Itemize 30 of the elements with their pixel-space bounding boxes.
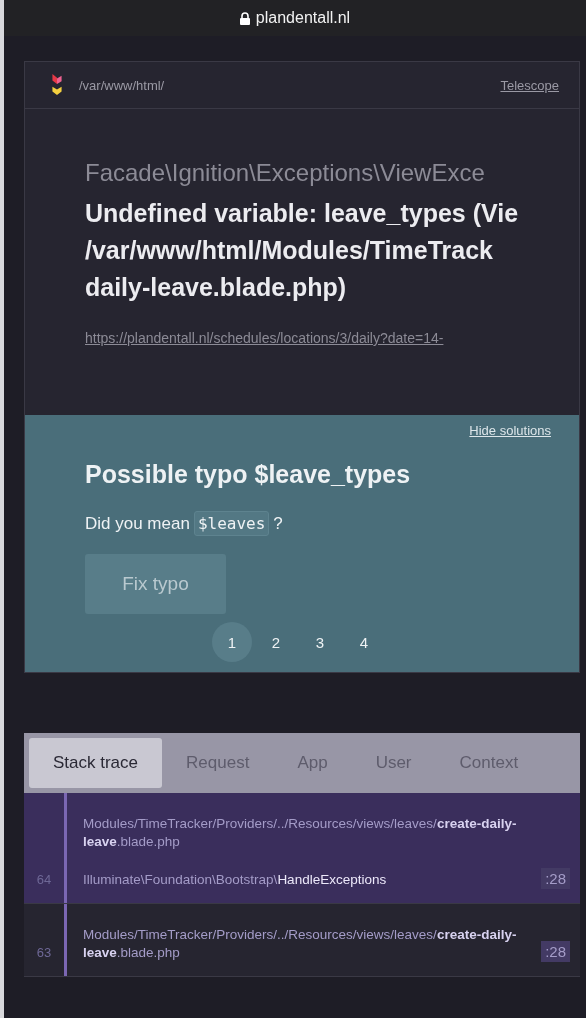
telescope-link[interactable]: Telescope xyxy=(500,77,559,93)
code-snippet: $leaves xyxy=(193,511,270,536)
solution-title: Possible typo $leave_types xyxy=(85,460,412,489)
fix-typo-button[interactable]: Fix typo xyxy=(85,554,226,614)
frame-number: 63 xyxy=(36,945,52,960)
hide-solutions-link[interactable]: Hide solutions xyxy=(469,423,551,438)
frame-class: Illuminate\Foundation\Bootstrap\HandleExceptions xyxy=(83,871,388,889)
line-number: :28 xyxy=(541,868,570,889)
exception-message: /var/www/html/Modules/TimeTrack xyxy=(85,235,494,266)
frame-file: Modules/TimeTracker/Providers/../Resources/views/leaves/create-daily-leave.blade.php xyxy=(83,926,518,962)
solution-text: Did you mean xyxy=(85,513,190,534)
logo-icon xyxy=(51,74,63,96)
lock-icon xyxy=(239,11,250,25)
frame-file: Modules/TimeTracker/Providers/../Resources/views/leaves/create-daily-leave.blade.php xyxy=(83,815,518,851)
exception-class: Facade\Ignition\Exceptions\ViewExce xyxy=(85,159,486,187)
line-number: :28 xyxy=(541,941,570,962)
exception-message: Undefined variable: leave_types (Vie xyxy=(85,198,520,229)
question-mark: ? xyxy=(273,513,283,534)
page-button[interactable]: 3 xyxy=(300,622,340,662)
tab[interactable]: Stack trace xyxy=(29,738,163,788)
exception-message: daily-leave.blade.php) xyxy=(85,272,348,303)
page-button[interactable]: 1 xyxy=(212,622,252,662)
frame-number: 64 xyxy=(36,872,52,887)
page-button[interactable]: 2 xyxy=(256,622,296,662)
path-text: /var/www/html/ xyxy=(79,77,166,93)
address-text[interactable]: plandentall.nl xyxy=(255,9,351,27)
page-button[interactable]: 4 xyxy=(344,622,384,662)
stack-frame[interactable]: 64 Modules/TimeTracker/Providers/../Resources/views/leaves/create-daily-leave.blade.php Illuminate\Foundation\Bootstrap\HandleExceptions :28 xyxy=(24,793,580,904)
request-url-link[interactable]: https://plandentall.nl/schedules/locations/3/daily?date=14- xyxy=(85,330,444,346)
stack-frame[interactable]: 63 Modules/TimeTracker/Providers/../Resources/views/leaves/create-daily-leave.blade.php :28 xyxy=(24,904,580,977)
